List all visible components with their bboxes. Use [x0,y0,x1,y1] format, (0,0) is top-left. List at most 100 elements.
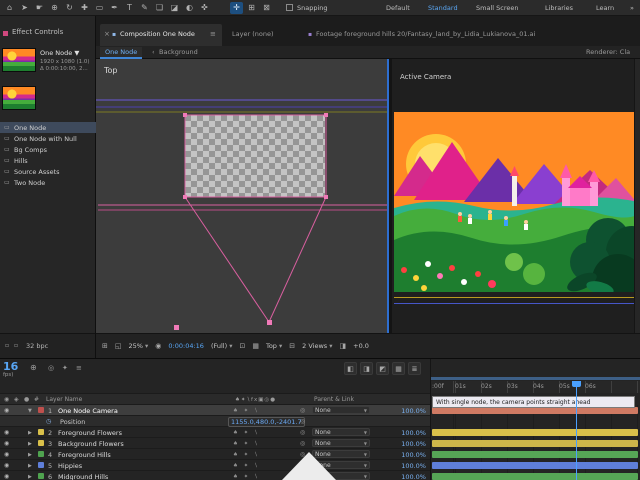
layer-switches[interactable]: ♠ ✦ ∖ [233,430,260,436]
parent-dropdown[interactable]: None ▼ [312,428,370,436]
camera-point-handle[interactable] [267,320,272,325]
project-item-hills[interactable]: ▭ Hills [0,155,96,166]
view-layout-icon[interactable]: ⊟ [289,342,295,350]
time-ruler[interactable]: :00f 01s 02s 03s 04s 05s 06s [430,381,640,393]
eye-icon[interactable]: ◉ [4,473,9,480]
project-item-source-assets[interactable]: ▭ Source Assets [0,166,96,177]
pen-tool[interactable]: ✒ [108,2,121,14]
tab-footage[interactable]: Footage foreground hills 20/Fantasy_land… [316,30,636,38]
frame-blend-toggle[interactable]: ◨ [360,362,373,375]
roto-brush-tool[interactable]: ◐ [183,2,196,14]
camera-handle[interactable] [174,325,179,330]
parent-pickwhip-icon[interactable]: ◎ [300,440,305,447]
effect-controls-tab[interactable]: Effect Controls [12,28,63,36]
puppet-pin-tool[interactable]: ✜ [198,2,211,14]
bit-depth-icon[interactable]: ▫ [5,342,9,349]
snapshot-icon[interactable]: ◉ [155,342,161,350]
exposure-control[interactable]: +0.0 [353,342,369,350]
layer-color-chip[interactable] [38,440,44,446]
3d-view-menu[interactable]: Top ▾ [266,342,282,350]
view-count-menu[interactable]: 2 Views ▾ [302,342,332,350]
eye-icon[interactable]: ◉ [4,407,9,414]
parent-dropdown[interactable]: None ▼ [312,406,370,414]
layer-switches[interactable]: ♠ ✦ ∖ [233,463,260,469]
shape-tool[interactable]: ▭ [93,2,106,14]
stretch-value[interactable]: 100.0% [401,407,426,415]
world-axis-mode-button[interactable]: ⊞ [245,2,258,14]
bit-depth-label[interactable]: 32 bpc [26,342,48,350]
local-axis-mode-button[interactable]: ✛ [230,2,243,14]
twirl-caret-icon[interactable]: ▶ [28,441,32,447]
workspace-libraries[interactable]: Libraries [545,4,573,12]
layer-duration-bar[interactable] [432,473,638,480]
stretch-value[interactable]: 100.0% [401,429,426,437]
layer-duration-bar[interactable] [432,407,638,414]
project-item-two-node[interactable]: ▭ Two Node [0,177,96,188]
parent-pickwhip-icon[interactable]: ◎ [300,429,305,436]
frustum-handle[interactable] [183,113,187,117]
motion-blur-toggle[interactable]: ◩ [376,362,389,375]
layer-color-chip[interactable] [38,462,44,468]
layer-switches[interactable]: ♠ ✦ ∖ [233,408,260,414]
orbit-camera-tool[interactable]: ↻ [63,2,76,14]
mask-visibility-icon[interactable]: ◱ [115,342,122,350]
preview-time[interactable]: 0:00:04:16 [168,342,204,350]
close-icon[interactable]: × [104,30,110,38]
transparency-grid-icon[interactable]: ▦ [252,342,259,350]
position-value[interactable]: 1155.0,480.0,-2401.7 [228,416,305,427]
shy-layers-toggle[interactable]: ◧ [344,362,357,375]
layer-row-one-node-camera[interactable]: ◉ ▼ 1 One Node Camera ♠ ✦ ∖ ◎ None ▼ 100… [0,405,430,416]
work-area-bar[interactable] [430,377,640,380]
search-icon[interactable]: ⊕ [30,363,37,372]
eye-icon[interactable]: ◉ [4,440,9,447]
project-item-one-node[interactable]: ▭ One Node [0,122,96,133]
interpret-footage-icon[interactable]: ▫ [14,342,18,349]
project-preview-name[interactable]: One Node ▼ [40,49,79,57]
frustum-handle[interactable] [324,195,328,199]
layer-switches[interactable]: ♠ ✦ ∖ [233,452,260,458]
frustum-handle[interactable] [183,195,187,199]
snapping-checkbox[interactable] [286,4,293,11]
property-row-position[interactable]: ◷ Position 1155.0,480.0,-2401.7 ◎ [0,416,430,427]
active-camera-viewport[interactable]: Active Camera [392,59,640,333]
layer-duration-bar[interactable] [432,429,638,436]
graph-editor-toggle[interactable]: ▦ [392,362,405,375]
footage-thumbnail[interactable] [2,86,36,110]
layer-color-chip[interactable] [38,429,44,435]
composition-mini-flowchart-icon[interactable]: ◎ [48,364,54,372]
hand-tool[interactable]: ☛ [33,2,46,14]
resolution-menu[interactable]: (Full) ▾ [211,342,233,350]
layer-row-midground-hills[interactable]: ◉ ▶ 6 Midground Hills ♠ ✦ ∖ ◎ None ▼ 100… [0,471,430,480]
brush-tool[interactable]: ✎ [138,2,151,14]
twirl-caret-icon[interactable]: ▶ [28,474,32,480]
stretch-value[interactable]: 100.0% [401,451,426,459]
layer-row-foreground-hills[interactable]: ◉ ▶ 4 Foreground Hills ♠ ✦ ∖ ◎ None ▼ 10… [0,449,430,460]
renderer-label[interactable]: Renderer: Cla [586,48,640,56]
layer-color-chip[interactable] [38,451,44,457]
video-column-icon[interactable]: ◉ [4,396,9,403]
workspace-learn[interactable]: Learn [596,4,614,12]
workspace-small-screen[interactable]: Small Screen [476,4,518,12]
zoom-tool[interactable]: ⊕ [48,2,61,14]
panel-menu-icon[interactable]: ≡ [210,30,216,38]
layer-color-chip[interactable] [38,407,44,413]
layer-row-background-flowers[interactable]: ◉ ▶ 3 Background Flowers ♠ ✦ ∖ ◎ None ▼ … [0,438,430,449]
layer-row-foreground-flowers[interactable]: ◉ ▶ 2 Foreground Flowers ♠ ✦ ∖ ◎ None ▼ … [0,427,430,438]
workspace-overflow-icon[interactable]: » [630,4,634,12]
top-view-viewport[interactable]: Top [96,59,389,333]
type-tool[interactable]: T [123,2,136,14]
layer-switches[interactable]: ♠ ✦ ∖ [233,441,260,447]
home-icon[interactable]: ⌂ [3,2,16,14]
tab-layer[interactable]: Layer (none) [232,30,273,38]
timeline-split-divider[interactable] [430,359,431,480]
stopwatch-icon[interactable]: ◷ [46,418,51,425]
eye-icon[interactable]: ◉ [4,462,9,469]
breadcrumb-current-comp[interactable]: One Node [100,47,143,59]
stretch-value[interactable]: 100.0% [401,440,426,448]
eraser-tool[interactable]: ◪ [168,2,181,14]
expand-columns-toggle[interactable]: ≣ [408,362,421,375]
draft-3d-icon[interactable]: ✦ [62,364,68,372]
workspace-default[interactable]: Default [386,4,410,12]
stretch-value[interactable]: 100.0% [401,462,426,470]
timeline-menu-icon[interactable]: ≡ [76,364,82,372]
